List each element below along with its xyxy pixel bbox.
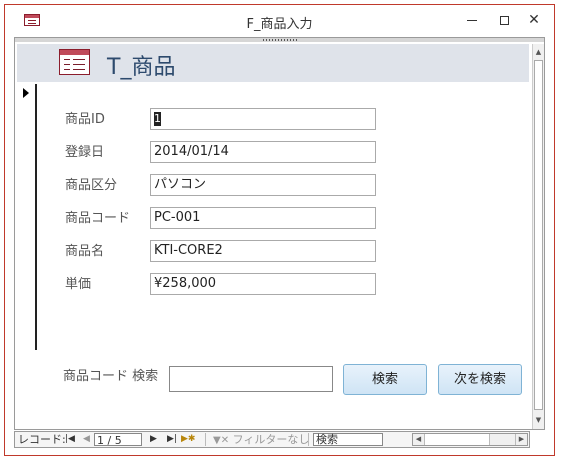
label-product-id: 商品ID [65, 112, 105, 127]
filter-label: フィルターなし [232, 433, 310, 446]
product-id-value: 1 [154, 111, 161, 126]
search-button[interactable]: 検索 [343, 364, 427, 395]
title-bar[interactable]: F_商品入力 ✕ [5, 5, 554, 35]
scroll-up-icon[interactable]: ▲ [533, 45, 544, 59]
horizontal-scrollbar[interactable]: ◀ ▶ [412, 433, 528, 446]
product-name-field[interactable]: KTI-CORE2 [150, 240, 376, 262]
label-registration-date: 登録日 [65, 145, 105, 160]
scroll-down-icon[interactable]: ▼ [533, 413, 544, 427]
first-record-icon[interactable]: |◀ [65, 432, 75, 447]
form-header-title: T_商品 [107, 55, 176, 80]
form-header-splitter[interactable] [15, 38, 544, 42]
form-header: T_商品 [17, 44, 529, 82]
record-position-input[interactable]: 1 / 5 [94, 433, 142, 447]
product-code-search-label: 商品コード 検索 [63, 369, 159, 384]
find-next-button[interactable]: 次を検索 [438, 364, 522, 395]
unit-price-field[interactable]: ¥258,000 [150, 273, 376, 295]
label-product-code: 商品コード [65, 211, 131, 226]
current-record-arrow-icon [23, 88, 29, 98]
form-body: T_商品 商品ID 1 登録日 2014/01/14 商品区分 パソコン 商品コ… [14, 37, 545, 430]
next-record-icon[interactable]: ▶ [150, 432, 157, 447]
label-unit-price: 単価 [65, 277, 92, 292]
scroll-left-icon[interactable]: ◀ [413, 434, 425, 445]
maximize-button[interactable] [489, 9, 519, 31]
splitter-grip-icon[interactable] [263, 39, 299, 41]
product-code-search-input[interactable] [169, 366, 333, 392]
new-record-icon[interactable]: ▶✱ [181, 432, 195, 447]
minimize-icon [467, 19, 477, 21]
label-product-category: 商品区分 [65, 178, 118, 193]
record-navigation-bar: レコード: |◀ ◀ 1 / 5 ▶ ▶| ▶✱ ▼✕ フィルターなし 検索 ◀… [14, 431, 530, 448]
record-label: レコード: [18, 433, 66, 446]
product-category-field[interactable]: パソコン [150, 174, 376, 196]
close-button[interactable]: ✕ [519, 9, 549, 31]
close-icon: ✕ [528, 12, 540, 28]
maximize-icon [499, 15, 509, 25]
form-window: F_商品入力 ✕ T_商品 商品ID 1 登録日 2014/01/14 商品区分… [4, 4, 555, 456]
horizontal-scroll-thumb[interactable] [425, 434, 490, 445]
form-header-icon [59, 49, 90, 75]
registration-date-field[interactable]: 2014/01/14 [150, 141, 376, 163]
nav-divider [308, 433, 309, 446]
minimize-button[interactable] [457, 9, 487, 31]
record-selector[interactable] [17, 84, 37, 350]
vertical-scrollbar[interactable]: ▲ ▼ [532, 44, 544, 429]
nav-divider [205, 433, 206, 446]
prev-record-icon[interactable]: ◀ [83, 432, 90, 447]
scroll-right-icon[interactable]: ▶ [515, 434, 527, 445]
scroll-thumb[interactable] [534, 60, 543, 410]
filter-icon: ▼✕ [213, 435, 230, 446]
label-product-name: 商品名 [65, 244, 105, 259]
filter-toggle[interactable]: ▼✕ フィルターなし [213, 432, 309, 447]
record-search-input[interactable]: 検索 [313, 433, 383, 446]
product-code-field[interactable]: PC-001 [150, 207, 376, 229]
product-id-field[interactable]: 1 [150, 108, 376, 130]
last-record-icon[interactable]: ▶| [167, 432, 177, 447]
